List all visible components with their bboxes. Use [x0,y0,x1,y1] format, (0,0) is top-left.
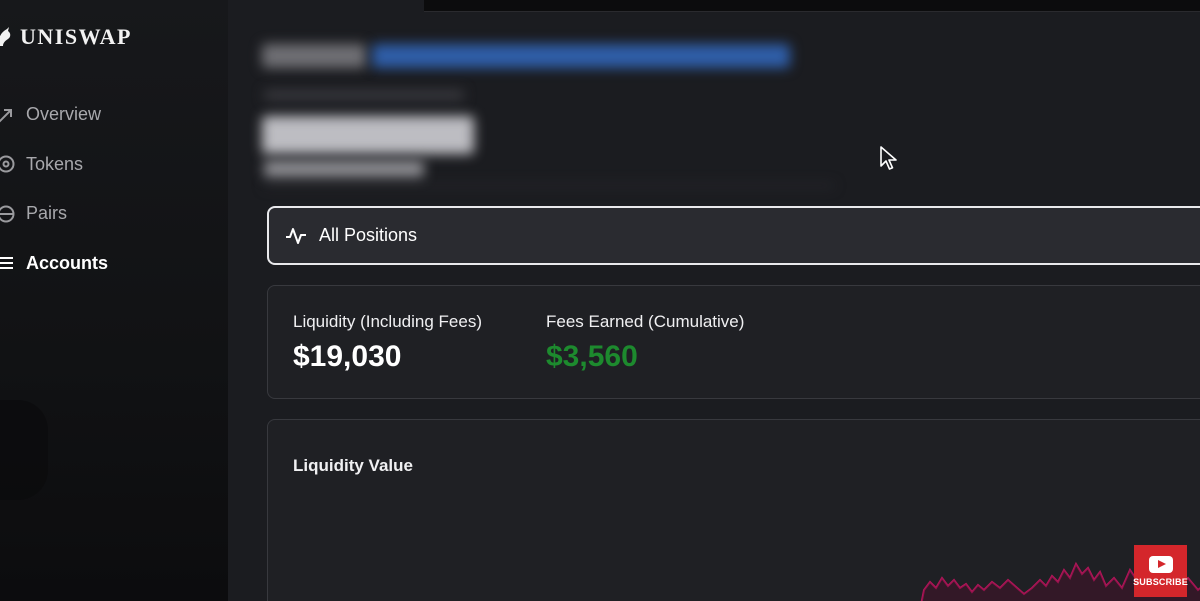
disc-icon [0,154,16,174]
caption-redacted [264,90,464,100]
activity-icon [286,227,306,244]
liquidity-value: $19,030 [293,340,402,373]
sidebar-nav: Overview Tokens Pairs Accounts [0,90,108,288]
sidebar-shadow [0,400,48,500]
sidebar-item-label: Pairs [26,203,68,224]
fees-label: Fees Earned (Cumulative) [546,312,745,331]
sidebar-item-overview[interactable]: Overview [0,90,108,140]
stats-card: Liquidity (Including Fees) $19,030 Fees … [267,285,1200,399]
sidebar-item-label: Tokens [26,153,84,174]
trending-up-icon [0,105,16,125]
sidebar-item-pairs[interactable]: Pairs [0,189,108,239]
chart-title: Liquidity Value [293,456,413,475]
sidebar-item-tokens[interactable]: Tokens [0,140,108,190]
sidebar-item-accounts[interactable]: Accounts [0,239,108,289]
all-positions-label: All Positions [319,225,418,245]
liquidity-label: Liquidity (Including Fees) [293,312,482,331]
divider-redacted [264,184,834,187]
top-strip [424,0,1200,12]
subscribe-label: SUBSCRIBE [1133,576,1188,587]
account-link-redacted[interactable] [372,44,790,68]
uniswap-logo[interactable]: UNISWAP [0,24,132,50]
all-positions-dropdown[interactable]: All Positions [267,206,1200,265]
fees-value: $3,560 [546,340,638,373]
fees-stat: Fees Earned (Cumulative) $3,560 [546,312,744,374]
liquidity-stat: Liquidity (Including Fees) $19,030 [293,312,482,374]
subtitle-redacted [264,160,424,178]
sidebar-item-label: Overview [26,104,102,125]
sidebar-item-label: Accounts [26,252,109,273]
unicorn-icon [0,27,11,46]
page-title-redacted [262,116,474,154]
pie-chart-icon [0,204,16,224]
breadcrumb-redacted [262,44,366,68]
app-name: UNISWAP [20,24,132,49]
sidebar: UNISWAP Overview Tokens Pairs Accounts [0,0,228,601]
list-icon [0,253,16,273]
mouse-cursor-icon [880,146,897,170]
liquidity-chart-card: Liquidity Value [267,419,1200,601]
youtube-icon [1148,555,1173,573]
subscribe-button[interactable]: SUBSCRIBE [1133,545,1188,597]
